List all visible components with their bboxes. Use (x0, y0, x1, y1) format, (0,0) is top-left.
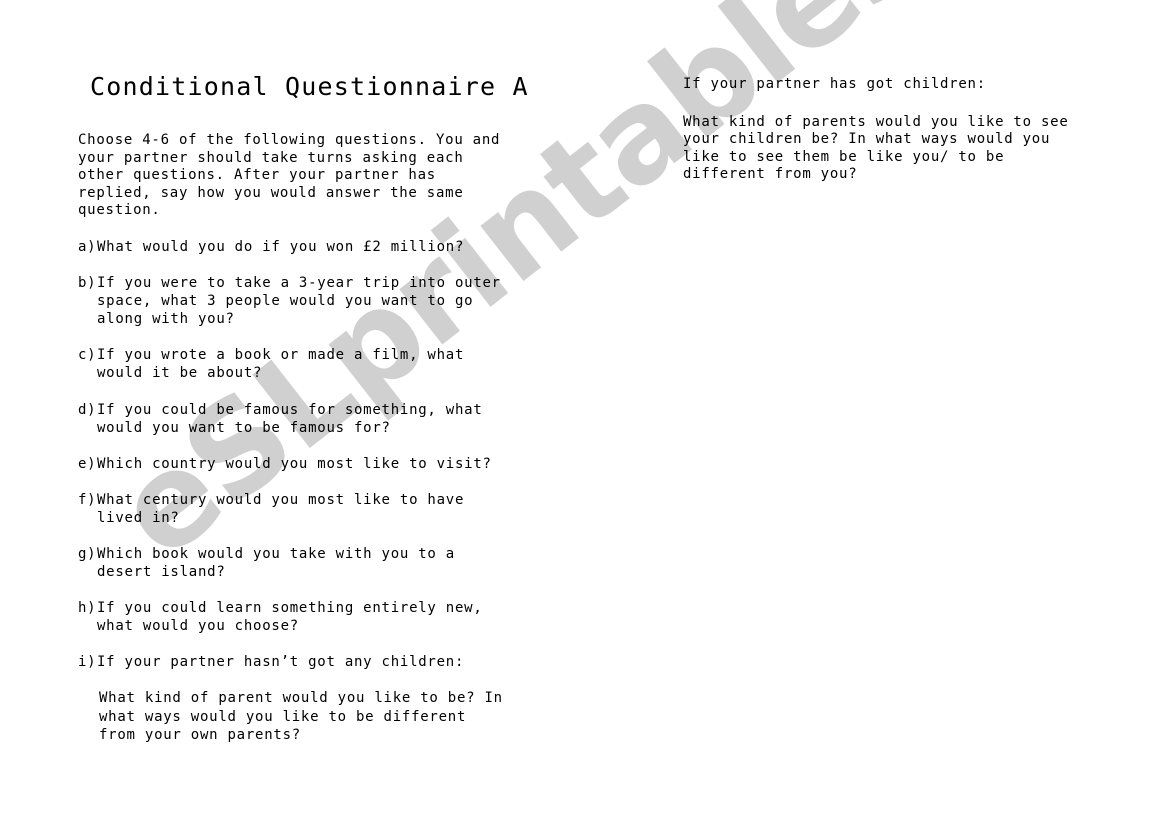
question-item-g: g) Which book would you take with you to… (78, 545, 518, 581)
question-text: If you could be famous for something, wh… (97, 401, 483, 436)
question-list: a) What would you do if you won £2 milli… (78, 238, 518, 672)
question-text: If you could learn something entirely ne… (97, 600, 483, 635)
question-item-h: h) If you could learn something entirely… (78, 599, 518, 635)
question-text: Which book would you take with you to a … (97, 546, 455, 581)
question-text: If your partner hasn’t got any children: (97, 654, 465, 671)
question-marker: d) (78, 401, 97, 418)
question-text: What would you do if you won £2 million? (97, 238, 465, 255)
intro-paragraph: Choose 4-6 of the following questions. Y… (78, 132, 501, 219)
question-marker: a) (78, 238, 97, 255)
question-marker: e) (78, 455, 97, 472)
question-item-b: b) If you were to take a 3-year trip int… (78, 274, 518, 328)
question-item-f: f) What century would you most like to h… (78, 491, 518, 527)
question-text: Which country would you most like to vis… (97, 455, 492, 472)
question-item-d: d) If you could be famous for something,… (78, 401, 518, 437)
right-column-body: What kind of parents would you like to s… (683, 113, 1069, 183)
question-text: What century would you most like to have… (97, 491, 465, 526)
question-text: If you were to take a 3-year trip into o… (97, 275, 501, 328)
question-marker: g) (78, 546, 97, 562)
left-column: Conditional Questionnaire A Choose 4-6 o… (78, 70, 529, 744)
question-marker: f) (78, 491, 97, 508)
worksheet-page: eSLprintables.com Conditional Questionna… (0, 0, 1169, 821)
question-marker: h) (78, 600, 97, 617)
page-title: Conditional Questionnaire A (90, 72, 529, 101)
question-marker: c) (78, 347, 97, 364)
right-column-lead: If your partner has got children: (683, 76, 986, 92)
question-i-body: What kind of parent would you like to be… (99, 690, 503, 743)
question-item-e: e) Which country would you most like to … (78, 455, 518, 473)
question-item-i: i) If your partner hasn’t got any childr… (78, 653, 518, 671)
question-marker: b) (78, 275, 97, 292)
question-marker: i) (78, 654, 97, 671)
question-item-a: a) What would you do if you won £2 milli… (78, 238, 518, 256)
right-column: If your partner has got children: What k… (683, 76, 1103, 184)
question-text: If you wrote a book or made a film, what… (97, 347, 465, 382)
question-item-c: c) If you wrote a book or made a film, w… (78, 346, 518, 382)
